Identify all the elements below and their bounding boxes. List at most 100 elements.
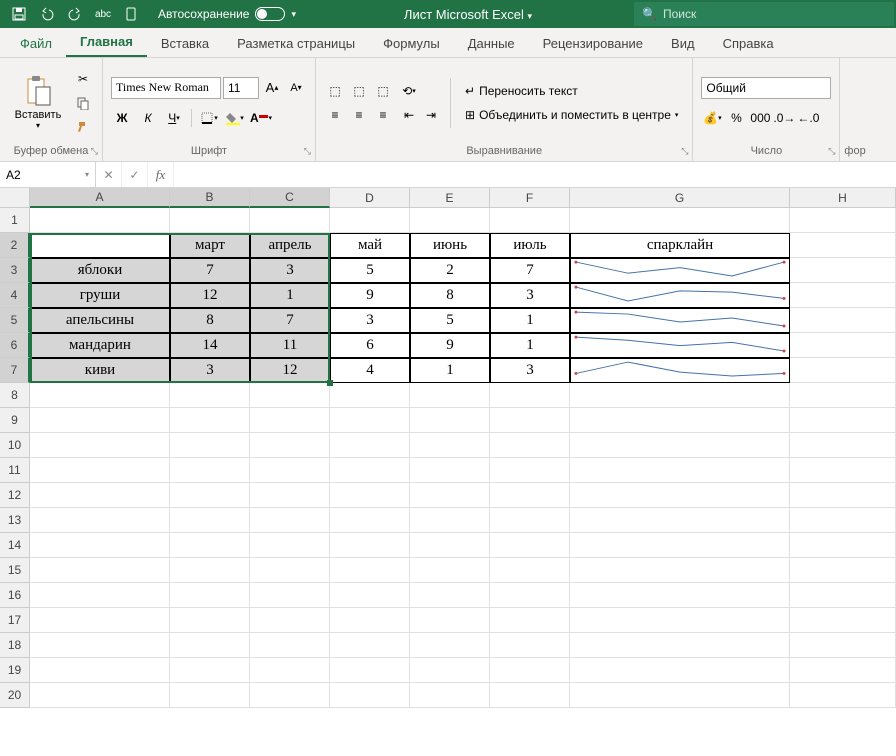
cell[interactable] [410,433,490,458]
cell[interactable] [170,558,250,583]
cell[interactable] [410,508,490,533]
row-header[interactable]: 18 [0,633,30,658]
cell[interactable] [790,458,896,483]
spellcheck-icon[interactable]: abc [90,2,116,26]
align-top-icon[interactable]: ⬚ [324,80,346,102]
cell[interactable] [570,508,790,533]
cell[interactable]: 3 [330,308,410,333]
cell[interactable] [790,658,896,683]
cell[interactable] [30,608,170,633]
cut-icon[interactable]: ✂ [72,68,94,90]
cell[interactable]: спарклайн [570,233,790,258]
cell[interactable]: яблоки [30,258,170,283]
tab-layout[interactable]: Разметка страницы [223,30,369,57]
row-header[interactable]: 20 [0,683,30,708]
accounting-format-icon[interactable]: 💰▾ [701,107,723,129]
cell[interactable] [30,658,170,683]
select-all-corner[interactable] [0,188,30,208]
cell[interactable] [30,458,170,483]
cell[interactable] [330,683,410,708]
cell[interactable] [30,508,170,533]
align-left-icon[interactable]: ≡ [324,104,346,126]
spreadsheet-grid[interactable]: ABCDEFGH 12мартапрельмайиюньиюльспарклай… [0,188,896,708]
cell[interactable] [330,383,410,408]
cell[interactable] [250,383,330,408]
cell[interactable] [330,508,410,533]
merge-center-button[interactable]: ⊞Объединить и поместить в центре ▾ [459,104,684,126]
cell[interactable] [410,583,490,608]
row-header[interactable]: 6 [0,333,30,358]
cell[interactable] [330,408,410,433]
cell[interactable] [30,433,170,458]
sparkline-cell[interactable] [570,258,790,283]
cell[interactable] [790,633,896,658]
cell[interactable] [410,558,490,583]
cell[interactable] [490,658,570,683]
row-header[interactable]: 8 [0,383,30,408]
row-header[interactable]: 2 [0,233,30,258]
cell[interactable]: 3 [490,358,570,383]
cell[interactable] [490,483,570,508]
cell[interactable] [570,208,790,233]
cell[interactable] [30,558,170,583]
cell[interactable] [330,483,410,508]
cell[interactable] [250,533,330,558]
enter-formula-icon[interactable]: ✓ [122,162,148,187]
cell[interactable] [790,433,896,458]
launcher-icon[interactable]: ⤡ [828,146,835,157]
cell[interactable] [790,508,896,533]
cell[interactable] [570,583,790,608]
cell[interactable]: 12 [170,283,250,308]
cell[interactable] [30,408,170,433]
cell[interactable] [490,608,570,633]
column-header[interactable]: E [410,188,490,208]
cancel-formula-icon[interactable]: ✕ [96,162,122,187]
align-right-icon[interactable]: ≡ [372,104,394,126]
cell[interactable] [790,208,896,233]
align-middle-icon[interactable]: ⬚ [348,80,370,102]
shrink-font-icon[interactable]: A▾ [285,77,307,99]
cell[interactable] [170,408,250,433]
cell[interactable] [490,383,570,408]
tab-data[interactable]: Данные [454,30,529,57]
cell[interactable]: 8 [410,283,490,308]
borders-icon[interactable]: ▾ [198,107,220,129]
cell[interactable]: 1 [410,358,490,383]
cell[interactable]: 9 [330,283,410,308]
cell[interactable] [410,208,490,233]
row-header[interactable]: 5 [0,308,30,333]
row-header[interactable]: 7 [0,358,30,383]
cell[interactable] [170,383,250,408]
cell[interactable] [490,433,570,458]
cell[interactable] [570,633,790,658]
cell[interactable]: март [170,233,250,258]
cell[interactable] [790,533,896,558]
launcher-icon[interactable]: ⤡ [681,146,688,157]
cell[interactable] [250,208,330,233]
cell[interactable] [250,408,330,433]
cell[interactable] [570,608,790,633]
document-title[interactable]: Лист Microsoft Excel ▾ [304,7,632,22]
launcher-icon[interactable]: ⤡ [304,146,311,157]
cell[interactable] [30,633,170,658]
cell[interactable] [330,608,410,633]
cell[interactable] [250,583,330,608]
sparkline-cell[interactable] [570,358,790,383]
cell[interactable] [330,658,410,683]
number-format-select[interactable] [701,77,831,99]
cell[interactable] [570,383,790,408]
cell[interactable] [570,683,790,708]
launcher-icon[interactable]: ⤡ [91,146,98,157]
column-header[interactable]: D [330,188,410,208]
cell[interactable]: мандарин [30,333,170,358]
cell[interactable] [330,558,410,583]
cell[interactable]: 12 [250,358,330,383]
cell[interactable] [170,483,250,508]
row-header[interactable]: 17 [0,608,30,633]
row-header[interactable]: 16 [0,583,30,608]
tab-formulas[interactable]: Формулы [369,30,454,57]
cell[interactable] [790,383,896,408]
cell[interactable]: 7 [170,258,250,283]
cell[interactable] [30,683,170,708]
cell[interactable]: июнь [410,233,490,258]
